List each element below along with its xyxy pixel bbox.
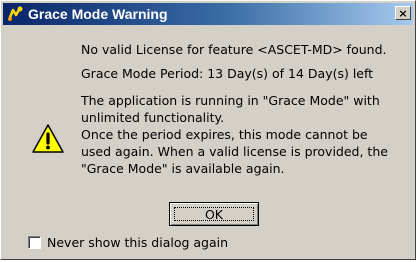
ok-button-label: OK — [204, 206, 224, 222]
never-show-option[interactable]: Never show this dialog again — [28, 235, 228, 250]
grace-mode-paragraph: The application is running in "Grace Mod… — [81, 92, 388, 177]
close-button[interactable]: × — [395, 6, 411, 20]
grace-mode-dialog: Grace Mode Warning × No valid License fo… — [0, 0, 416, 260]
warning-icon — [32, 124, 64, 153]
never-show-checkbox[interactable] — [28, 236, 41, 249]
paragraph-line: unlimited functionality. — [81, 110, 225, 125]
ascet-app-icon — [7, 6, 23, 21]
paragraph-line: The application is running in "Grace Mod… — [81, 93, 380, 108]
title-bar[interactable]: Grace Mode Warning × — [3, 3, 413, 25]
never-show-label[interactable]: Never show this dialog again — [47, 235, 228, 250]
license-message: No valid License for feature <ASCET-MD> … — [81, 42, 387, 57]
window-title: Grace Mode Warning — [28, 6, 168, 22]
paragraph-line: Once the period expires, this mode canno… — [81, 127, 368, 142]
grace-period-text: Grace Mode Period: 13 Day(s) of 14 Day(s… — [81, 66, 374, 81]
ok-button[interactable]: OK — [169, 202, 259, 226]
paragraph-line: used again. When a valid license is prov… — [81, 144, 388, 159]
paragraph-line: "Grace Mode" is available again. — [81, 161, 285, 176]
close-icon: × — [398, 6, 408, 20]
